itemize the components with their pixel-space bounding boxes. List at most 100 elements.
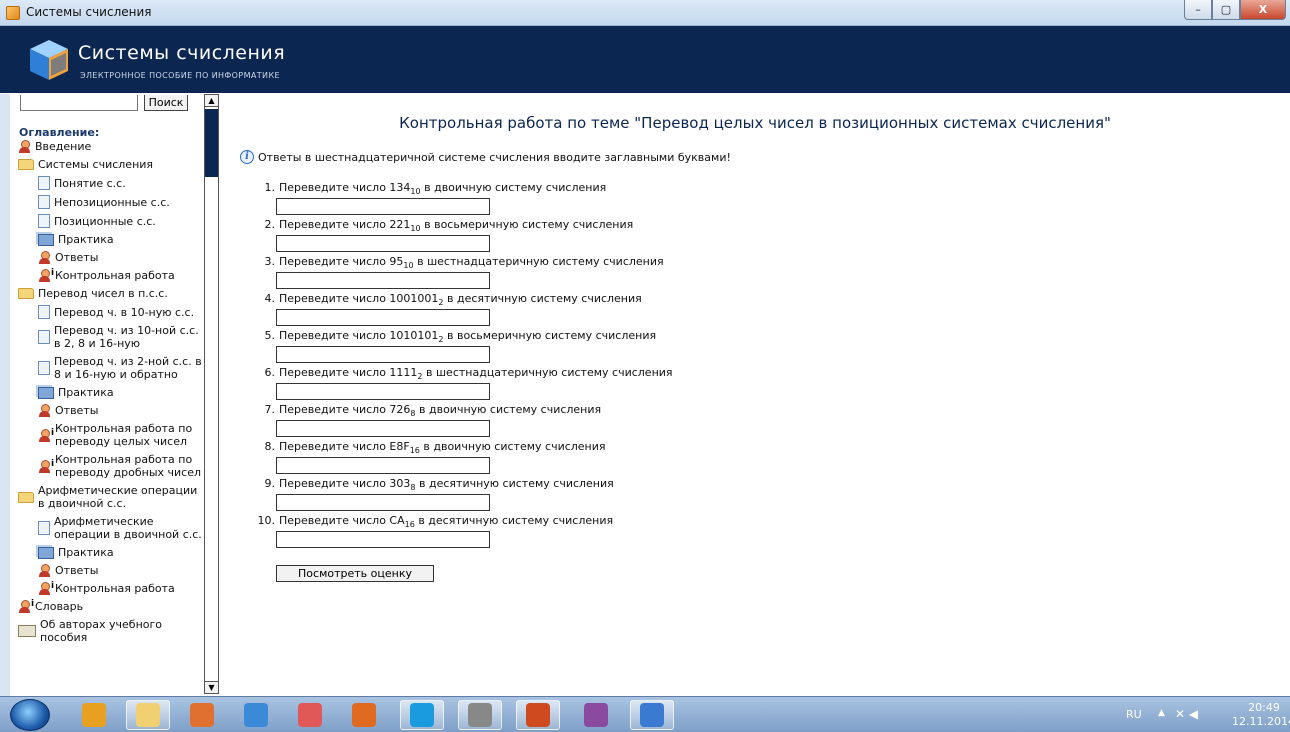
toc-item[interactable]: Перевод ч. из 10-ной с.с. в 2, 8 и 16-ну… bbox=[18, 324, 204, 350]
taskbar-app-button[interactable] bbox=[72, 700, 116, 730]
toc-item[interactable]: i Контрольная работа по переводу целых чи… bbox=[18, 422, 204, 448]
toc-item[interactable]: Системы счисления bbox=[18, 158, 204, 171]
scroll-thumb[interactable] bbox=[205, 109, 218, 177]
info-icon: i bbox=[240, 150, 254, 164]
taskbar-app-button[interactable] bbox=[516, 700, 560, 730]
language-indicator[interactable]: RU bbox=[1126, 708, 1142, 721]
table-of-contents: Введение Системы счисления Понятие с.с. Неп… bbox=[18, 140, 204, 649]
taskbar-app-button[interactable] bbox=[342, 700, 386, 730]
answer-input[interactable] bbox=[276, 309, 490, 326]
scroll-up-icon[interactable]: ▲ bbox=[205, 95, 218, 107]
toc-item[interactable]: Перевод ч. из 2-ной с.с. в 8 и 16-ную и … bbox=[18, 355, 204, 381]
answer-input[interactable] bbox=[276, 494, 490, 511]
clock-date[interactable]: 12.11.2014 bbox=[1232, 715, 1290, 728]
toc-title: Оглавление: bbox=[19, 126, 100, 139]
toc-item[interactable]: Об авторах учебного пособия bbox=[18, 618, 204, 644]
taskbar-app-button[interactable] bbox=[234, 700, 278, 730]
toc-item-label: Ответы bbox=[55, 404, 99, 417]
question-text: 9. Переведите число 3038 в десятичную сис… bbox=[245, 477, 614, 492]
toc-item[interactable]: Позиционные с.с. bbox=[18, 214, 204, 228]
answer-input[interactable] bbox=[276, 272, 490, 289]
clock-time[interactable]: 20:49 bbox=[1244, 701, 1284, 714]
search-input[interactable] bbox=[20, 95, 138, 111]
question-text: 10. Переведите число CA16 в десятичную си… bbox=[245, 514, 614, 529]
taskbar-app-button[interactable] bbox=[126, 700, 170, 730]
toc-item[interactable]: Практика bbox=[18, 546, 204, 559]
toc-item[interactable]: Арифметические операции в двоичной с.с. bbox=[18, 515, 204, 541]
question-text: 5. Переведите число 10101012 в восьмеричн… bbox=[245, 329, 657, 344]
network-volume-icon[interactable]: ✕ ◀ bbox=[1175, 707, 1198, 721]
page-title: Контрольная работа по теме "Перевод целы… bbox=[399, 114, 1111, 132]
toc-item-label: Перевод ч. в 10-ную с.с. bbox=[54, 305, 195, 319]
taskbar-app-button[interactable] bbox=[458, 700, 502, 730]
toc-item[interactable]: Ответы bbox=[18, 564, 204, 577]
settings-icon bbox=[468, 703, 492, 727]
toc-item[interactable]: i Контрольная работа bbox=[18, 581, 204, 595]
tray-expand-icon[interactable]: ▲ bbox=[1158, 708, 1165, 718]
question-n: 9. bbox=[264, 477, 276, 490]
taskbar-app-button[interactable] bbox=[630, 700, 674, 730]
toc-item[interactable]: Арифметические операции в двоичной с.с. bbox=[18, 484, 204, 510]
sidebar-scrollbar[interactable]: ▲ ▼ bbox=[204, 94, 219, 694]
toc-item-label: Контрольная работа bbox=[55, 269, 175, 282]
question-base: 16 bbox=[409, 446, 420, 456]
question-number: 221 bbox=[389, 218, 411, 231]
view-grade-button[interactable]: Посмотреть оценку bbox=[276, 565, 434, 582]
toc-item[interactable]: Перевод чисел в п.с.с. bbox=[18, 287, 204, 300]
question-text: 1. Переведите число 13410 в двоичную сист… bbox=[245, 181, 607, 196]
toc-item-label: Контрольная работа bbox=[55, 582, 175, 595]
person-icon bbox=[38, 564, 51, 577]
sidebar-edge bbox=[0, 94, 10, 696]
answer-input[interactable] bbox=[276, 235, 490, 252]
answer-input[interactable] bbox=[276, 531, 490, 548]
close-button[interactable]: X bbox=[1240, 0, 1286, 20]
toc-item[interactable]: Введение bbox=[18, 140, 204, 153]
toc-item-label: Ответы bbox=[55, 251, 99, 264]
toc-item[interactable]: i Контрольная работа по переводу дробных … bbox=[18, 453, 204, 479]
taskbar-app-button[interactable] bbox=[400, 700, 444, 730]
question-n: 2. bbox=[264, 218, 276, 231]
search-button[interactable]: Поиск bbox=[144, 95, 188, 111]
question-number: 1001001 bbox=[389, 292, 439, 305]
stack-icon bbox=[38, 386, 54, 399]
toc-item[interactable]: i Словарь bbox=[18, 599, 204, 613]
ie-icon bbox=[244, 703, 268, 727]
toc-item-label: Практика bbox=[58, 233, 114, 246]
firefox-icon bbox=[352, 703, 376, 727]
answer-input[interactable] bbox=[276, 457, 490, 474]
start-button[interactable] bbox=[10, 699, 50, 731]
question-before: Переведите число bbox=[279, 218, 390, 231]
scroll-down-icon[interactable]: ▼ bbox=[205, 681, 218, 693]
taskbar-app-button[interactable] bbox=[574, 700, 618, 730]
answer-input[interactable] bbox=[276, 383, 490, 400]
question-number: 1111 bbox=[389, 366, 418, 379]
question-after: в восьмеричную систему счисления bbox=[443, 329, 657, 342]
question-after: в двоичную систему счисления bbox=[415, 403, 602, 416]
taskbar-app-button[interactable] bbox=[180, 700, 224, 730]
notice-text: Ответы в шестнадцатеричной системе счисл… bbox=[258, 150, 731, 164]
toc-item-label: Ответы bbox=[55, 564, 99, 577]
toc-item[interactable]: Практика bbox=[18, 233, 204, 246]
answer-input[interactable] bbox=[276, 420, 490, 437]
maximize-button[interactable]: ▢ bbox=[1212, 0, 1240, 20]
toc-item-label: Понятие с.с. bbox=[54, 176, 126, 190]
info-mark-icon: i bbox=[51, 427, 55, 438]
toc-item[interactable]: Перевод ч. в 10-ную с.с. bbox=[18, 305, 204, 319]
question-n: 7. bbox=[264, 403, 276, 416]
toc-item[interactable]: Непозиционные с.с. bbox=[18, 195, 204, 209]
toc-item[interactable]: Практика bbox=[18, 386, 204, 399]
notice: i Ответы в шестнадцатеричной системе счи… bbox=[240, 150, 731, 164]
answer-input[interactable] bbox=[276, 198, 490, 215]
cube-logo-icon bbox=[30, 40, 68, 80]
toc-item[interactable]: Понятие с.с. bbox=[18, 176, 204, 190]
taskbar-app-button[interactable] bbox=[288, 700, 332, 730]
explorer-icon bbox=[136, 703, 160, 727]
minimize-button[interactable]: – bbox=[1184, 0, 1212, 20]
person-info-icon: i bbox=[18, 599, 34, 613]
answer-input[interactable] bbox=[276, 346, 490, 363]
person-icon bbox=[18, 140, 31, 153]
toc-item[interactable]: i Контрольная работа bbox=[18, 268, 204, 282]
toc-item[interactable]: Ответы bbox=[18, 251, 204, 264]
toc-item[interactable]: Ответы bbox=[18, 404, 204, 417]
sidebar: Поиск Оглавление: Введение Системы счисле… bbox=[0, 94, 219, 696]
